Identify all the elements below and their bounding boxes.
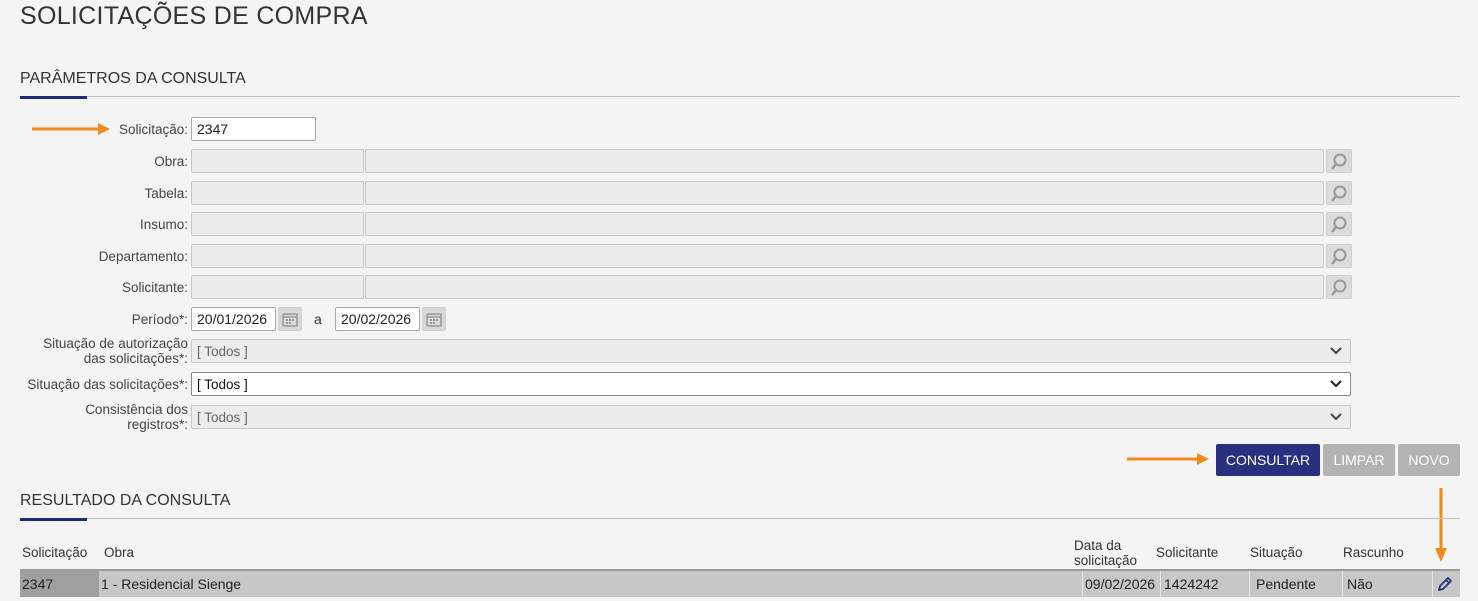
insumo-label: Insumo: (139, 217, 188, 232)
cell-divider (1249, 571, 1250, 597)
situacao-solicitacoes-value: [ Todos ] (197, 377, 248, 392)
solicitacao-label: Solicitação: (118, 122, 188, 137)
consultar-button[interactable]: CONSULTAR (1216, 444, 1320, 476)
results-section-divider (20, 518, 1460, 519)
periodo-end-calendar-button[interactable] (422, 307, 446, 331)
params-section-title: PARÂMETROS DA CONSULTA (20, 70, 246, 87)
cell-rascunho: Não (1347, 576, 1373, 592)
obra-label: Obra: (154, 154, 188, 169)
calendar-icon (426, 313, 442, 327)
limpar-button[interactable]: LIMPAR (1323, 444, 1395, 476)
consistencia-select[interactable]: [ Todos ] (191, 405, 1351, 429)
departamento-code-input[interactable] (191, 244, 364, 268)
obra-search-button[interactable] (1326, 149, 1352, 173)
cell-solicitacao: 2347 (22, 576, 54, 592)
cell-divider (1432, 571, 1433, 597)
novo-button[interactable]: NOVO (1398, 444, 1460, 476)
insumo-description-input[interactable] (365, 212, 1324, 236)
column-header-data-line2: solicitação (1074, 553, 1138, 568)
cell-data: 09/02/2026 (1085, 576, 1156, 592)
column-header-solicitante[interactable]: Solicitante (1156, 545, 1218, 560)
cell-divider (1160, 571, 1161, 597)
table-row[interactable]: 2347 1 - Residencial Sienge 09/02/2026 1… (20, 569, 1460, 597)
situacao-autorizacao-label-line1: Situação de autorização (43, 336, 188, 351)
situacao-autorizacao-value: [ Todos ] (197, 344, 248, 359)
magnifier-icon (1331, 185, 1347, 202)
periodo-separator: a (314, 311, 322, 327)
column-header-rascunho[interactable]: Rascunho (1343, 545, 1404, 560)
tabela-description-input[interactable] (365, 181, 1324, 205)
obra-description-input[interactable] (365, 149, 1324, 173)
params-section-accent (20, 96, 87, 99)
situacao-autorizacao-select[interactable]: [ Todos ] (191, 339, 1351, 363)
pencil-icon (1438, 577, 1452, 591)
column-header-obra[interactable]: Obra (104, 545, 134, 560)
cell-obra: 1 - Residencial Sienge (101, 576, 242, 592)
annotation-arrow-consultar (1127, 453, 1209, 465)
solicitante-label: Solicitante: (121, 280, 188, 295)
column-header-situacao[interactable]: Situação (1250, 545, 1303, 560)
cell-situacao: Pendente (1256, 576, 1316, 592)
solicitacao-input[interactable]: 2347 (191, 117, 316, 141)
magnifier-icon (1331, 248, 1347, 265)
consistencia-label-line2: registros*: (127, 417, 188, 432)
obra-code-input[interactable] (191, 149, 364, 173)
insumo-code-input[interactable] (191, 212, 364, 236)
magnifier-icon (1331, 216, 1347, 233)
consistencia-label-line1: Consistência dos (85, 402, 188, 417)
params-section-divider (20, 96, 1460, 97)
departamento-search-button[interactable] (1326, 244, 1352, 268)
results-section-title: RESULTADO DA CONSULTA (20, 492, 231, 509)
tabela-search-button[interactable] (1326, 181, 1352, 205)
calendar-icon (282, 313, 298, 327)
edit-button[interactable] (1436, 575, 1456, 595)
annotation-arrow-edit (1435, 488, 1447, 562)
chevron-down-icon (1330, 380, 1342, 388)
chevron-down-icon (1330, 413, 1342, 421)
cell-solicitante: 1424242 (1164, 576, 1219, 592)
chevron-down-icon (1330, 347, 1342, 355)
consistencia-label: Consistência dos registros*: (16, 402, 188, 432)
situacao-solicitacoes-select[interactable]: [ Todos ] (191, 372, 1351, 396)
solicitante-description-input[interactable] (365, 275, 1324, 299)
solicitante-search-button[interactable] (1326, 275, 1352, 299)
column-header-solicitacao[interactable]: Solicitação (22, 545, 87, 560)
departamento-description-input[interactable] (365, 244, 1324, 268)
magnifier-icon (1331, 153, 1347, 170)
consistencia-value: [ Todos ] (197, 410, 248, 425)
page-title: SOLICITAÇÕES DE COMPRA (20, 2, 368, 30)
results-section-accent (20, 518, 87, 521)
periodo-start-input[interactable]: 20/01/2026 (191, 307, 276, 331)
departamento-label: Departamento: (98, 249, 188, 264)
situacao-solicitacoes-label: Situação das solicitações*: (27, 377, 188, 392)
column-header-data-line1: Data da (1074, 538, 1122, 553)
periodo-start-calendar-button[interactable] (278, 307, 302, 331)
situacao-autorizacao-label-line2: das solicitações*: (83, 351, 188, 366)
magnifier-icon (1331, 279, 1347, 296)
periodo-label: Período*: (131, 312, 188, 327)
solicitante-code-input[interactable] (191, 275, 364, 299)
cell-divider (1342, 571, 1343, 597)
cell-divider (1082, 571, 1083, 597)
column-header-data[interactable]: Data da solicitação (1074, 538, 1137, 568)
tabela-code-input[interactable] (191, 181, 364, 205)
tabela-label: Tabela: (144, 186, 188, 201)
periodo-end-input[interactable]: 20/02/2026 (335, 307, 420, 331)
situacao-autorizacao-label: Situação de autorização das solicitações… (16, 336, 188, 366)
insumo-search-button[interactable] (1326, 212, 1352, 236)
